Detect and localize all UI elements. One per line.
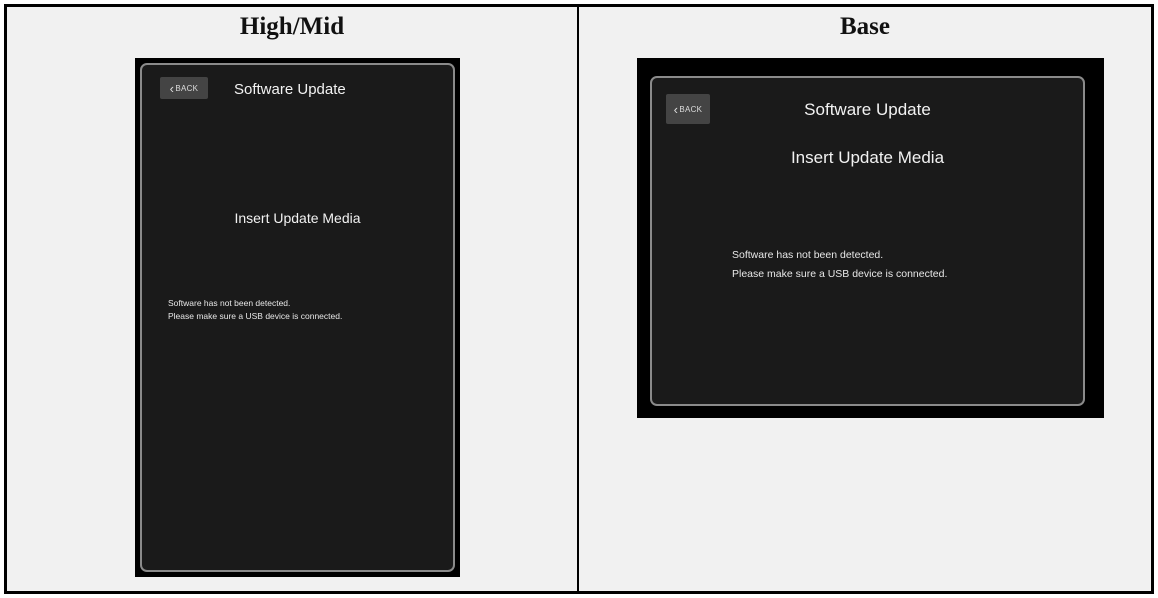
screen-title: Software Update [804, 100, 931, 119]
base-column-title: Base [840, 13, 890, 40]
high-mid-display-screen: ‹ BACK Software Update Insert Update Med… [140, 63, 455, 572]
base-display-screen: ‹ BACK Software Update Insert Update Med… [650, 76, 1085, 406]
high-mid-column: High/Mid ‹ BACK Software Update Insert U… [7, 7, 579, 591]
comparison-table: High/Mid ‹ BACK Software Update Insert U… [4, 4, 1154, 594]
base-display-bezel: ‹ BACK Software Update Insert Update Med… [637, 58, 1104, 418]
status-message: Software has not been detected. Please m… [168, 297, 342, 323]
status-message-line-2: Please make sure a USB device is connect… [732, 268, 948, 280]
back-button[interactable]: ‹ BACK [160, 77, 208, 99]
status-message-line-1: Software has not been detected. [168, 298, 291, 308]
high-mid-display-bezel: ‹ BACK Software Update Insert Update Med… [135, 58, 460, 577]
base-column: Base ‹ BACK Software Update Insert Updat… [579, 7, 1151, 591]
status-message: Software has not been detected. Please m… [732, 246, 947, 284]
status-message-line-2: Please make sure a USB device is connect… [168, 311, 343, 321]
back-button-label: BACK [175, 83, 199, 93]
chevron-left-icon: ‹ [169, 80, 175, 96]
status-message-line-1: Software has not been detected. [732, 249, 884, 261]
screen-title: Software Update [234, 81, 346, 98]
high-mid-column-title: High/Mid [239, 13, 345, 40]
screen-heading: Insert Update Media [234, 210, 361, 226]
screen-heading: Insert Update Media [790, 148, 945, 167]
